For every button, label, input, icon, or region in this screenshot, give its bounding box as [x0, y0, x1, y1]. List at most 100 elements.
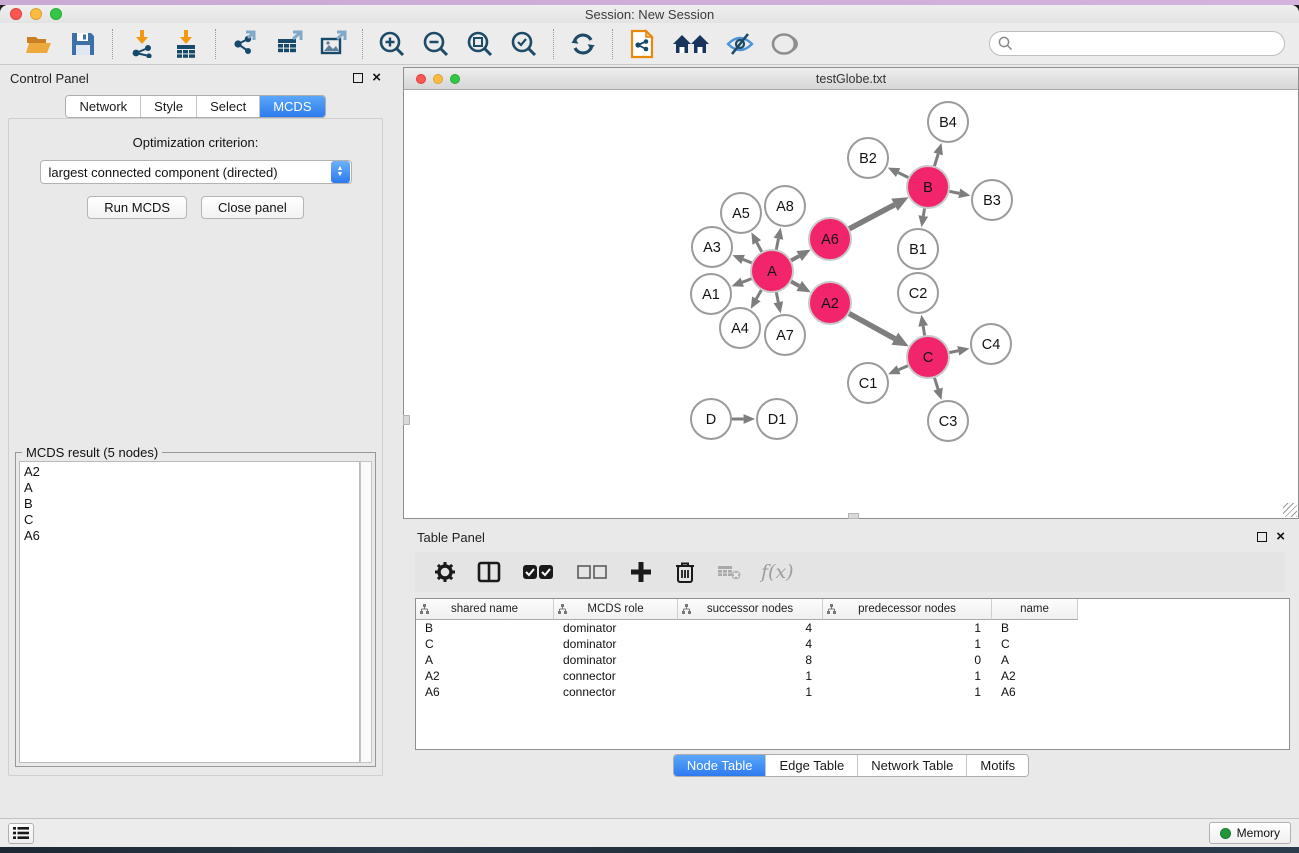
table-cell[interactable]: 1: [823, 621, 992, 635]
resize-grip[interactable]: [1283, 503, 1297, 517]
window-titlebar[interactable]: Session: New Session: [0, 5, 1299, 23]
graph-edge-A-A2[interactable]: [790, 281, 799, 286]
open-session-button[interactable]: [24, 29, 54, 59]
result-list-item[interactable]: C: [24, 512, 355, 528]
close-panel-button[interactable]: Close panel: [201, 196, 304, 219]
result-scrollbar[interactable]: [360, 461, 372, 763]
graph-node-B[interactable]: B: [907, 166, 949, 208]
table-row[interactable]: Adominator80A: [416, 652, 1289, 668]
graph-edge-C-C1[interactable]: [899, 365, 909, 369]
table-cell[interactable]: 1: [823, 685, 992, 699]
table-cell[interactable]: 8: [678, 653, 823, 667]
float-panel-icon[interactable]: [353, 73, 363, 83]
graph-node-A5[interactable]: A5: [721, 193, 761, 233]
horizontal-pane-handle[interactable]: [848, 513, 859, 519]
vertical-pane-handle[interactable]: [403, 415, 410, 425]
graph-edge-C-C3[interactable]: [934, 377, 938, 389]
table-cell[interactable]: connector: [554, 669, 678, 683]
import-network-icon[interactable]: [127, 29, 157, 59]
graph-node-C3[interactable]: C3: [928, 401, 968, 441]
graph-edge-B-B4[interactable]: [934, 154, 938, 167]
graph-node-C2[interactable]: C2: [898, 273, 938, 313]
graph-edge-A-A3[interactable]: [743, 259, 752, 263]
table-cell[interactable]: dominator: [554, 637, 678, 651]
table-cell[interactable]: 1: [823, 669, 992, 683]
graph-node-B4[interactable]: B4: [928, 102, 968, 142]
graph-edge-B-B1[interactable]: [923, 208, 924, 216]
table-cell[interactable]: C: [416, 637, 554, 651]
run-mcds-button[interactable]: Run MCDS: [87, 196, 187, 219]
network-minimize-button[interactable]: [433, 74, 443, 84]
graph-node-A7[interactable]: A7: [765, 315, 805, 355]
table-cell[interactable]: dominator: [554, 621, 678, 635]
tab-mcds[interactable]: MCDS: [260, 96, 324, 117]
select-all-icon[interactable]: [521, 560, 555, 584]
zoom-in-icon[interactable]: [377, 29, 407, 59]
export-network-icon[interactable]: [230, 29, 260, 59]
task-history-button[interactable]: [8, 823, 34, 844]
search-input[interactable]: [989, 31, 1285, 56]
graph-node-A8[interactable]: A8: [765, 186, 805, 226]
network-window-titlebar[interactable]: testGlobe.txt: [404, 68, 1298, 90]
table-cell[interactable]: 1: [678, 669, 823, 683]
column-header[interactable]: MCDS role: [554, 599, 678, 620]
table-row[interactable]: Cdominator41C: [416, 636, 1289, 652]
graph-edge-C-C2[interactable]: [923, 326, 925, 336]
delete-column-trash-icon[interactable]: [673, 560, 697, 584]
graph-node-B2[interactable]: B2: [848, 138, 888, 178]
tab-network-table[interactable]: Network Table: [858, 755, 967, 776]
graph-edge-A-A1[interactable]: [742, 278, 752, 282]
column-header[interactable]: successor nodes: [678, 599, 823, 620]
table-cell[interactable]: A6: [992, 685, 1078, 699]
result-list-item[interactable]: A: [24, 480, 355, 496]
table-cell[interactable]: 1: [823, 637, 992, 651]
tab-select[interactable]: Select: [197, 96, 260, 117]
table-cell[interactable]: A6: [416, 685, 554, 699]
zoom-selected-icon[interactable]: [509, 29, 539, 59]
graph-node-C[interactable]: C: [907, 336, 949, 378]
deselect-all-icon[interactable]: [575, 560, 609, 584]
network-close-button[interactable]: [416, 74, 426, 84]
graph-edge-A-A4[interactable]: [756, 289, 761, 299]
table-float-icon[interactable]: [1257, 532, 1267, 542]
show-all-icon[interactable]: [769, 29, 799, 59]
result-list-item[interactable]: A2: [24, 464, 355, 480]
column-header[interactable]: shared name: [416, 599, 554, 620]
table-cell[interactable]: connector: [554, 685, 678, 699]
export-image-icon[interactable]: [318, 29, 348, 59]
table-row[interactable]: A6connector11A6: [416, 684, 1289, 700]
graph-node-A1[interactable]: A1: [691, 274, 731, 314]
zoom-window-button[interactable]: [50, 8, 62, 20]
mcds-result-list[interactable]: A2ABCA6: [19, 461, 360, 763]
graph-edge-A-A7[interactable]: [776, 292, 778, 303]
graph-edge-A2-C[interactable]: [848, 313, 894, 339]
tab-node-table[interactable]: Node Table: [674, 755, 767, 776]
table-cell[interactable]: A2: [416, 669, 554, 683]
graph-node-A6[interactable]: A6: [809, 218, 851, 260]
tab-motifs[interactable]: Motifs: [967, 755, 1028, 776]
refresh-icon[interactable]: [568, 29, 598, 59]
settings-gear-icon[interactable]: [433, 560, 457, 584]
graph-node-D[interactable]: D: [691, 399, 731, 439]
graph-edge-C-C4[interactable]: [949, 351, 959, 353]
zoom-fit-icon[interactable]: [465, 29, 495, 59]
split-view-icon[interactable]: [477, 560, 501, 584]
table-row[interactable]: A2connector11A2: [416, 668, 1289, 684]
add-column-icon[interactable]: [629, 560, 653, 584]
close-window-button[interactable]: [10, 8, 22, 20]
graph-node-D1[interactable]: D1: [757, 399, 797, 439]
graph-node-A3[interactable]: A3: [692, 227, 732, 267]
export-table-icon[interactable]: [274, 29, 304, 59]
table-cell[interactable]: B: [416, 621, 554, 635]
graph-node-C4[interactable]: C4: [971, 324, 1011, 364]
network-canvas[interactable]: AA1A2A3A4A5A6A7A8BB1B2B3B4CC1C2C3C4DD1: [404, 90, 1298, 518]
first-neighbors-icon[interactable]: [671, 29, 711, 59]
table-cell[interactable]: B: [992, 621, 1078, 635]
graph-edge-A-A5[interactable]: [757, 242, 762, 252]
hide-selected-icon[interactable]: [725, 29, 755, 59]
tab-edge-table[interactable]: Edge Table: [766, 755, 858, 776]
table-cell[interactable]: dominator: [554, 653, 678, 667]
tab-style[interactable]: Style: [141, 96, 197, 117]
criterion-select[interactable]: largest connected component (directed) ▲…: [40, 160, 352, 184]
minimize-window-button[interactable]: [30, 8, 42, 20]
